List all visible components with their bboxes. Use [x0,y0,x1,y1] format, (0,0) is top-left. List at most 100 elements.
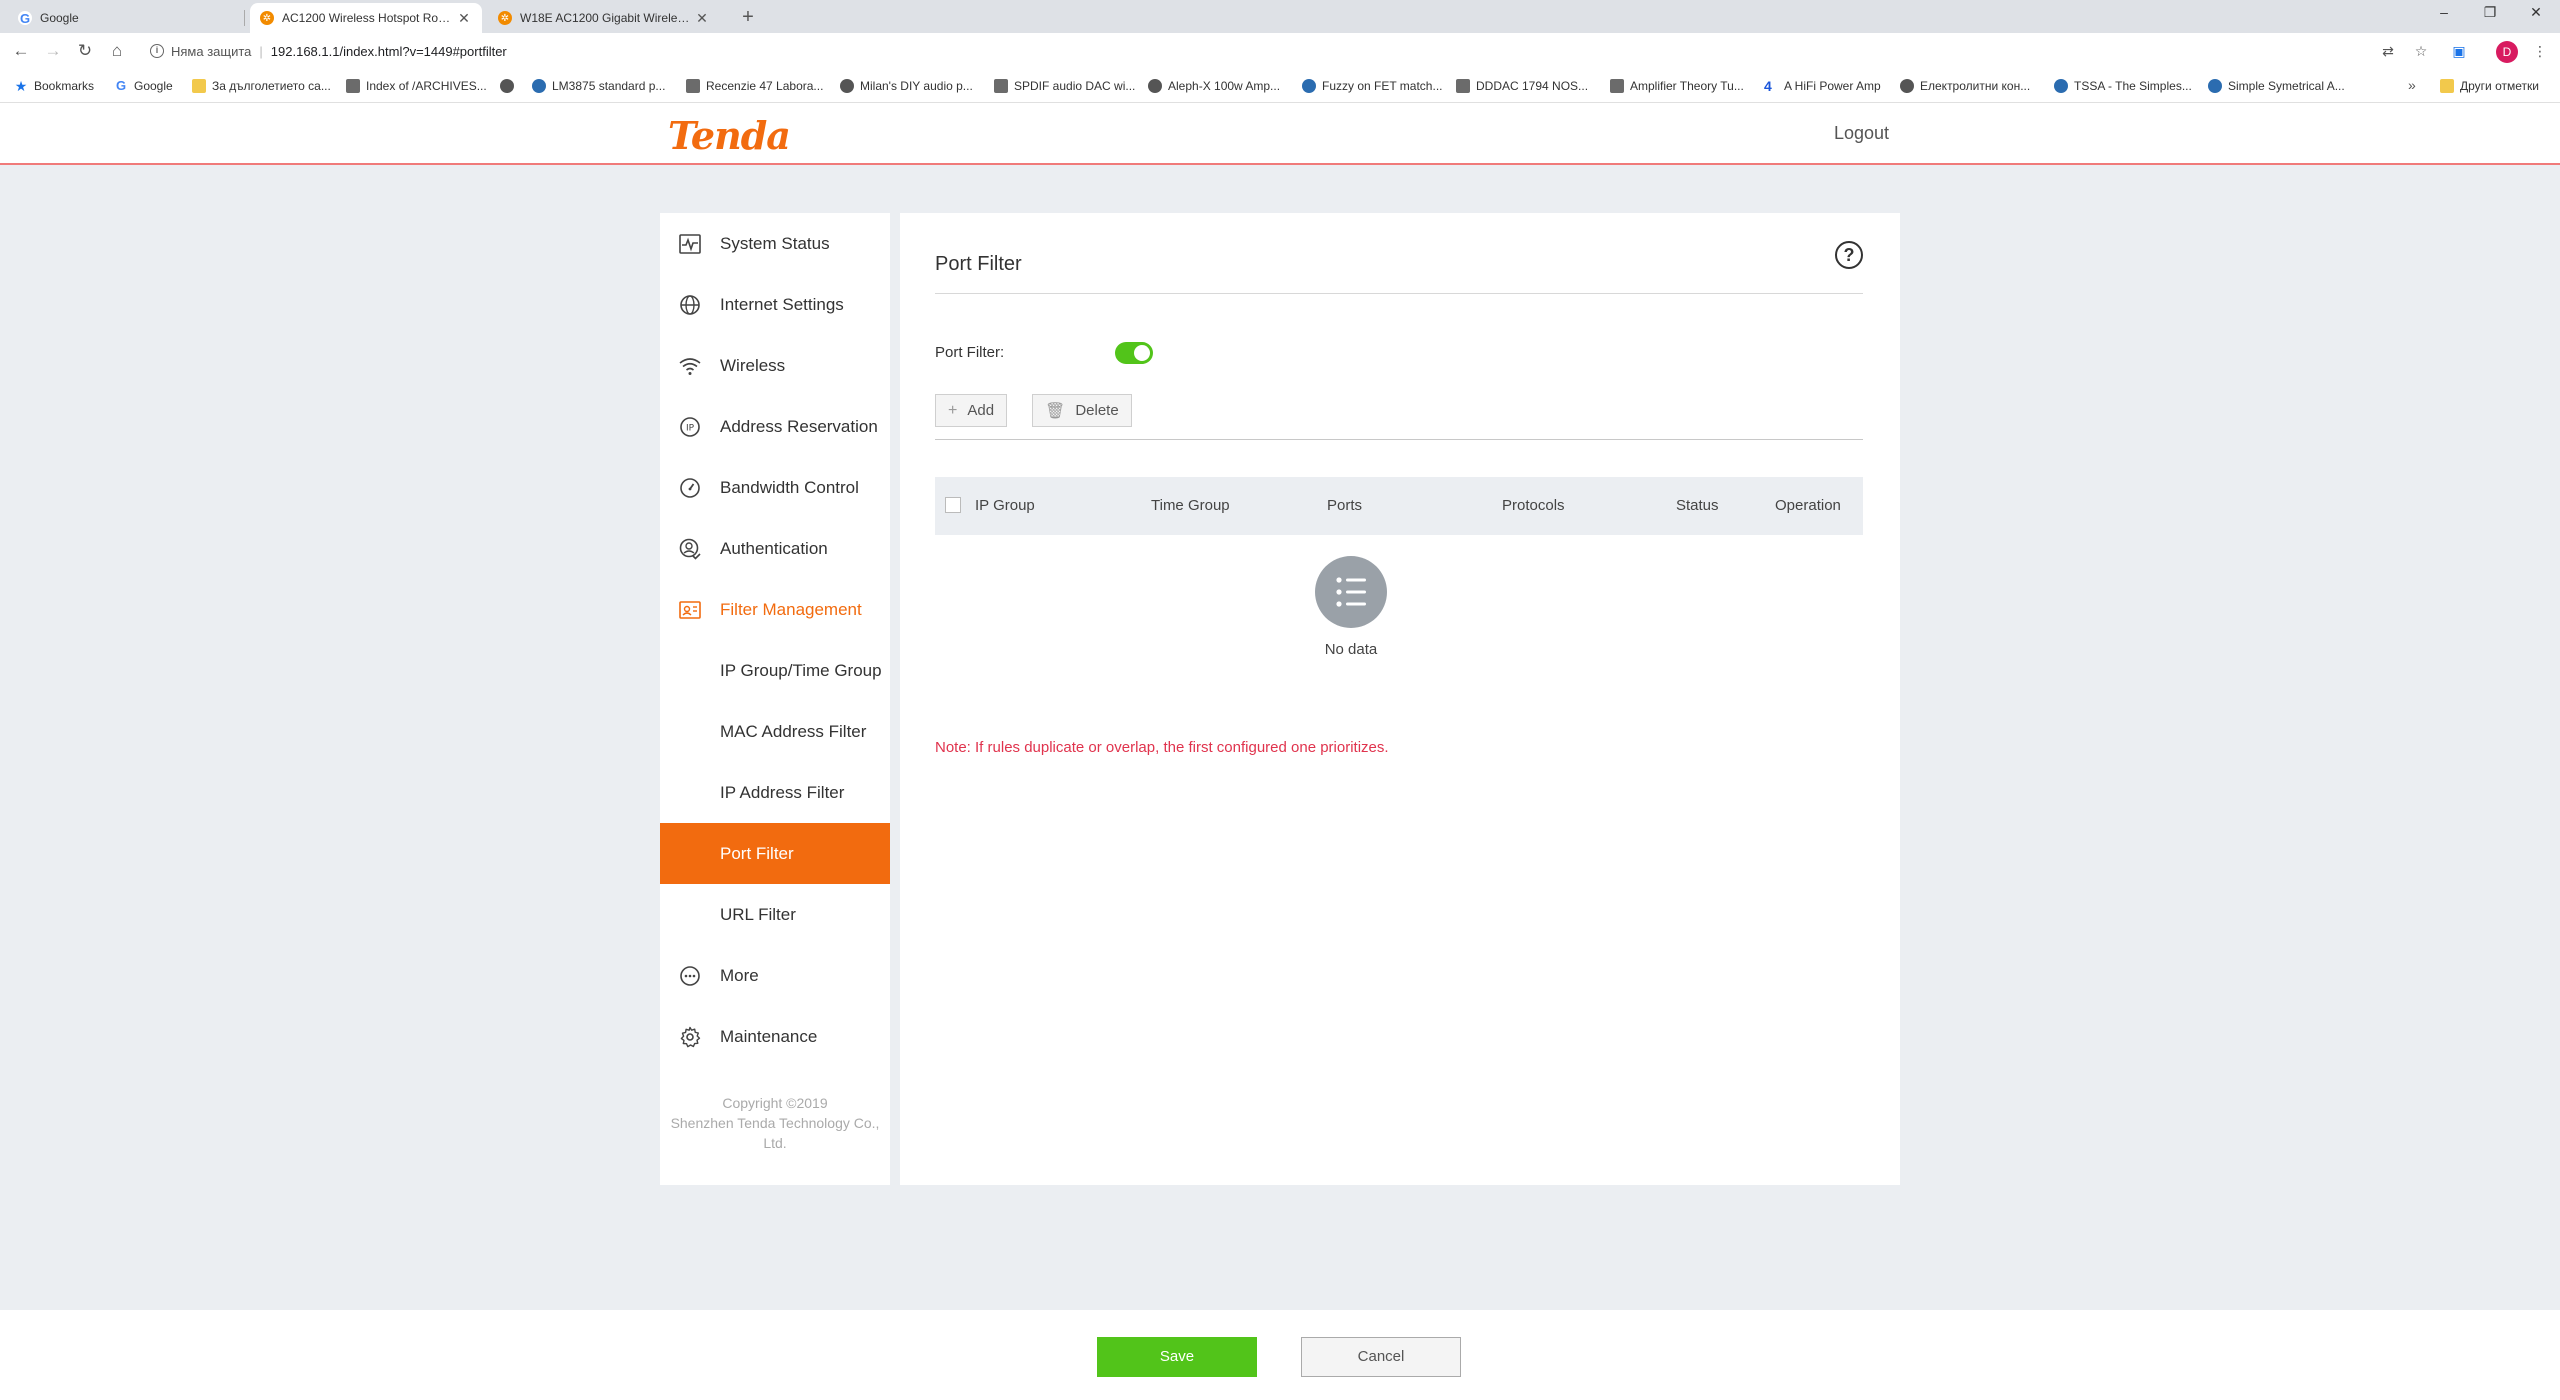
avatar[interactable]: D [2496,41,2518,63]
browser-tab-w18e[interactable]: ✲ W18E AC1200 Gigabit Wireless H ✕ [488,3,720,33]
favicon-icon [994,79,1008,93]
favicon-icon [532,79,546,93]
reload-icon[interactable]: ↻ [74,40,96,62]
more-bookmarks-icon[interactable]: » [2408,77,2416,93]
column-status: Status [1676,497,1719,514]
bookmark-item[interactable]: TSSA - The Simples... [2054,78,2192,94]
divider [935,439,1863,440]
globe-icon [678,293,702,317]
gauge-icon [678,476,702,500]
delete-button[interactable]: 🗑 Delete [1032,394,1132,427]
favicon-icon [500,79,514,93]
folder-icon [2440,79,2454,93]
browser-toolbar: ← → ↻ ⌂ i Няма защита | 192.168.1.1/inde… [0,33,2560,69]
sidebar-item-label: Filter Management [720,599,862,619]
google-icon: G [18,10,32,26]
sidebar-item-url-filter[interactable]: URL Filter [660,884,890,945]
browser-tab-router[interactable]: ✲ AC1200 Wireless Hotspot Router ✕ [250,3,482,33]
back-icon[interactable]: ← [10,40,32,62]
bookmark-item[interactable]: Simple Symetrical A... [2208,78,2345,94]
translate-icon[interactable]: ⇄ [2378,41,2398,61]
bookmark-item[interactable]: Amplifier Theory Tu... [1610,78,1744,94]
tab-title: W18E AC1200 Gigabit Wireless H [520,11,694,25]
other-bookmarks[interactable]: Други отметки [2440,78,2539,94]
favicon-icon [840,79,854,93]
port-filter-label: Port Filter: [935,344,1005,361]
bookmark-item[interactable]: 4A HiFi Power Amp [1764,78,1881,94]
new-tab-icon[interactable]: + [736,6,760,29]
logout-link[interactable]: Logout [1834,123,1889,144]
bookmark-item[interactable]: Index of /ARCHIVES... [346,78,487,94]
address-bar[interactable]: i Няма защита | 192.168.1.1/index.html?v… [140,37,2390,65]
sidebar-item-label: IP Group/Time Group [720,660,882,680]
bookmark-item[interactable]: Recenzie 47 Labora... [686,78,823,94]
sidebar-item-label: Address Reservation [720,416,878,436]
ip-icon: IP [678,415,702,439]
bookmark-item[interactable] [500,78,520,94]
favicon-icon [1148,79,1162,93]
user-check-icon [678,537,702,561]
sidebar-item-port-filter[interactable]: Port Filter [660,823,890,884]
sidebar-item-internet-settings[interactable]: Internet Settings [660,274,890,335]
favicon-icon [1456,79,1470,93]
favicon-icon [346,79,360,93]
port-filter-toggle[interactable] [1115,342,1153,364]
select-all-checkbox[interactable] [945,497,961,513]
save-button[interactable]: Save [1097,1337,1257,1377]
sidebar-item-ip-group-time-group[interactable]: IP Group/Time Group [660,640,890,701]
sidebar-item-label: Authentication [720,538,828,558]
sidebar-item-ip-address-filter[interactable]: IP Address Filter [660,762,890,823]
help-icon[interactable]: ? [1835,241,1863,269]
add-button[interactable]: + Add [935,394,1008,427]
bookmark-item[interactable]: Milan's DIY audio p... [840,78,973,94]
bookmark-item[interactable]: DDDAC 1794 NOS... [1456,78,1588,94]
bookmark-item[interactable]: G Google [114,78,173,94]
tab-title: AC1200 Wireless Hotspot Router [282,11,456,25]
extension-icon[interactable]: ▣ [2449,41,2469,61]
rule-priority-note: Note: If rules duplicate or overlap, the… [935,739,1389,756]
menu-dots-icon[interactable]: ⋮ [2530,41,2550,61]
browser-tab-google[interactable]: G Google [8,3,240,33]
divider [935,293,1863,294]
sidebar-item-wireless[interactable]: Wireless [660,335,890,396]
bookmark-item[interactable]: Aleph-X 100w Amp... [1148,78,1280,94]
sidebar-item-maintenance[interactable]: Maintenance [660,1006,890,1067]
sidebar-item-label: IP Address Filter [720,782,845,802]
sidebar-item-address-reservation[interactable]: IP Address Reservation [660,396,890,457]
forward-icon[interactable]: → [42,40,64,62]
sidebar: System Status Internet Settings Wireless… [660,213,890,1185]
favicon-icon [1900,79,1914,93]
bookmark-item[interactable]: LM3875 standard p... [532,78,665,94]
sidebar-item-filter-management[interactable]: Filter Management [660,579,890,640]
sidebar-item-more[interactable]: More [660,945,890,1006]
bookmark-star-icon[interactable]: ☆ [2411,41,2431,61]
sidebar-item-authentication[interactable]: Authentication [660,518,890,579]
favicon-icon [192,79,206,93]
info-icon[interactable]: i [150,44,164,58]
google-icon: G [115,78,127,93]
close-window-icon[interactable]: ✕ [2516,4,2556,21]
bookmark-item[interactable]: За дълголетието са... [192,78,331,94]
tab-separator [244,10,245,26]
close-tab-icon[interactable]: ✕ [456,10,472,27]
column-ports: Ports [1327,497,1363,514]
sidebar-item-bandwidth-control[interactable]: Bandwidth Control [660,457,890,518]
sidebar-item-label: Internet Settings [720,294,844,314]
minimize-icon[interactable]: – [2424,4,2464,20]
sidebar-item-system-status[interactable]: System Status [660,213,890,274]
restore-icon[interactable]: ❐ [2470,4,2510,21]
star-icon: ★ [14,78,28,94]
bookmark-item[interactable]: ★ Bookmarks [14,78,94,94]
url-text[interactable]: 192.168.1.1/index.html?v=1449#portfilter [271,44,507,59]
cancel-button[interactable]: Cancel [1301,1337,1461,1377]
close-tab-icon[interactable]: ✕ [694,10,710,27]
bookmark-item[interactable]: SPDIF audio DAC wi... [994,78,1135,94]
sidebar-item-label: MAC Address Filter [720,721,867,741]
security-label: Няма защита [171,43,252,59]
sidebar-item-mac-address-filter[interactable]: MAC Address Filter [660,701,890,762]
bookmark-item[interactable]: Електролитни кон... [1900,78,2030,94]
bookmark-item[interactable]: Fuzzy on FET match... [1302,78,1442,94]
home-icon[interactable]: ⌂ [106,40,128,62]
favicon-icon [2054,79,2068,93]
divider: | [259,43,263,59]
